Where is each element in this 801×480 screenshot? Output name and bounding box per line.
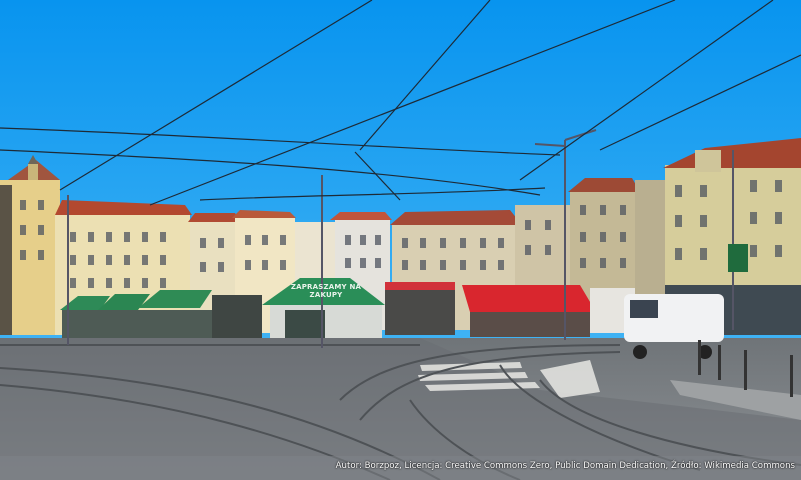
street-sign xyxy=(728,244,748,272)
building-left-yellow xyxy=(0,155,60,335)
red-awnings xyxy=(385,282,635,337)
photo-illustration xyxy=(0,0,801,480)
market-stalls-left xyxy=(60,290,262,340)
photo-scene: ZAPRASZAMY NA ZAKUPY Autor: Borzpoz, Lic… xyxy=(0,0,801,480)
umbrella-sign: ZAPRASZAMY NA ZAKUPY xyxy=(290,283,362,299)
photo-credit: Autor: Borzpoz, Licencja: Creative Commo… xyxy=(335,461,795,471)
